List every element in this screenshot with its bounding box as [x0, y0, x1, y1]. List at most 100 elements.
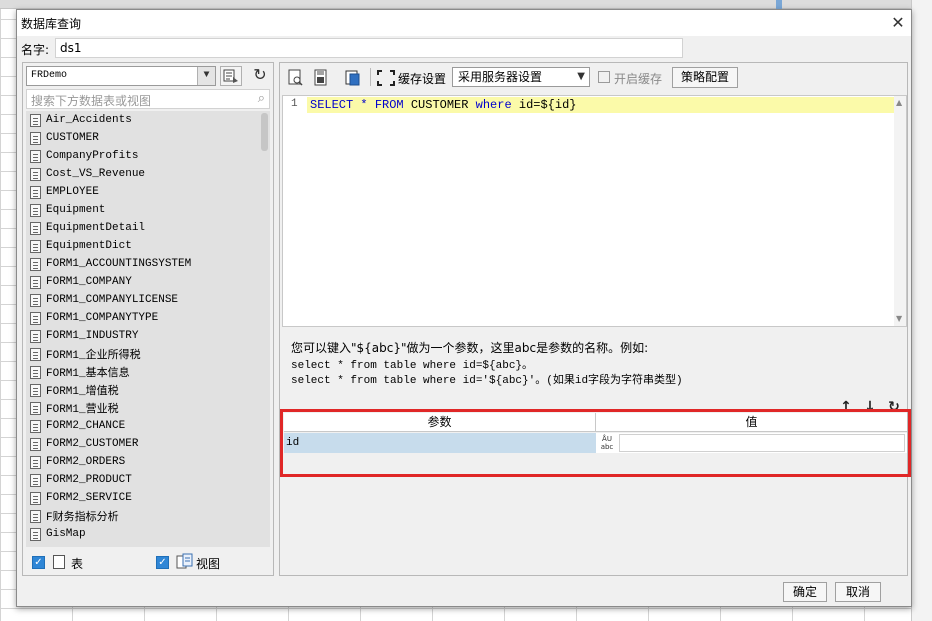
list-item[interactable]: FORM1_COMPANYTYPE [26, 309, 270, 327]
list-item[interactable]: FORM2_CHANCE [26, 417, 270, 435]
close-icon[interactable]: ✕ [887, 12, 909, 34]
table-search-input[interactable]: 搜索下方数据表或视图 ⌕ [26, 89, 270, 109]
spreadsheet-scrollbar[interactable] [911, 0, 932, 621]
param-name-cell[interactable]: id [284, 433, 596, 453]
sql-preview-icon[interactable] [220, 66, 242, 86]
table-search-placeholder: 搜索下方数据表或视图 [31, 94, 152, 108]
refresh-icon[interactable]: ↻ [249, 66, 271, 86]
table-name: FORM2_SERVICE [46, 492, 132, 504]
list-item[interactable]: CompanyProfits [26, 147, 270, 165]
table-list[interactable]: Air_Accidents CUSTOMER CompanyProfits Cost_… [26, 111, 270, 547]
table-name: FORM1_ACCOUNTINGSYSTEM [46, 258, 192, 270]
table-icon [30, 401, 41, 415]
list-item[interactable]: FORM2_CUSTOMER [26, 435, 270, 453]
list-item[interactable]: FORM2_PRODUCT [26, 471, 270, 489]
table-icon [30, 383, 41, 397]
param-type-icon[interactable]: ÅU abc [596, 433, 618, 453]
table-icon [30, 203, 41, 217]
list-item[interactable]: EquipmentDetail [26, 219, 270, 237]
list-scrollbar[interactable] [259, 111, 270, 547]
list-item[interactable]: Cost_VS_Revenue [26, 165, 270, 183]
table-name: CUSTOMER [46, 132, 99, 144]
list-item[interactable]: FORM1_ACCOUNTINGSYSTEM [26, 255, 270, 273]
list-item[interactable]: FORM1_增值税 [26, 381, 270, 399]
preview-icon[interactable] [285, 68, 307, 88]
list-item[interactable]: FORM2_SERVICE [26, 489, 270, 507]
name-label: 名字: [21, 43, 50, 57]
sql-code-line[interactable]: SELECT * FROM CUSTOMER where id=${id} [310, 98, 576, 112]
list-item[interactable]: FORM1_营业税 [26, 399, 270, 417]
list-item[interactable]: CUSTOMER [26, 129, 270, 147]
list-item[interactable]: Equipment [26, 201, 270, 219]
list-item[interactable]: GisMap [26, 525, 270, 543]
table-row[interactable]: id ÅU abc [284, 433, 907, 453]
table-name: FORM1_增值税 [46, 386, 119, 398]
table-name: EMPLOYEE [46, 186, 99, 198]
column-header-param: 参数 [284, 413, 596, 431]
table-icon [30, 113, 41, 127]
enable-cache-label: 开启缓存 [614, 72, 663, 86]
enable-cache-checkbox[interactable] [598, 71, 610, 83]
sql-table-name: CUSTOMER [403, 98, 476, 112]
table-icon [30, 455, 41, 469]
editor-scrollbar[interactable]: ▲ ▼ [894, 96, 906, 326]
table-icon [30, 311, 41, 325]
show-views-checkbox[interactable]: ✓ [156, 556, 169, 569]
save-template-icon[interactable] [310, 68, 332, 88]
list-item[interactable]: FORM1_INDUSTRY [26, 327, 270, 345]
list-item[interactable]: Air_Accidents [26, 111, 270, 129]
list-item[interactable]: F财务指标分析 [26, 507, 270, 525]
show-tables-label: 表 [71, 557, 84, 571]
table-name: F财务指标分析 [46, 512, 119, 524]
table-icon [30, 347, 41, 361]
param-hint-example: select * from table where id=${abc}。 [291, 360, 534, 372]
sql-keyword: where [475, 98, 512, 112]
list-item[interactable]: EquipmentDict [26, 237, 270, 255]
table-name: FORM1_企业所得税 [46, 350, 141, 362]
query-editor-panel: 缓存设置 采用服务器设置 ▼ 开启缓存 策略配置 1 SELECT * FROM… [279, 62, 911, 576]
list-item[interactable]: FORM1_COMPANYLICENSE [26, 291, 270, 309]
database-select-value: FRDemo [31, 70, 68, 81]
chevron-down-icon[interactable]: ▼ [197, 67, 215, 85]
list-item[interactable]: EMPLOYEE [26, 183, 270, 201]
cache-mode-value: 采用服务器设置 [458, 70, 543, 84]
table-browser-panel: FRDemo ▼ ↻ 搜索下方数据表或视图 ⌕ Air_Accidents CUS… [22, 62, 274, 576]
table-icon [30, 131, 41, 145]
scroll-up-icon[interactable]: ▲ [896, 98, 902, 107]
param-hint-example: select * from table where id='${abc}'。(如… [291, 375, 683, 387]
table-name: EquipmentDetail [46, 222, 146, 234]
table-name: FORM1_基本信息 [46, 368, 130, 380]
cancel-button[interactable]: 取消 [835, 582, 881, 602]
table-name: GisMap [46, 528, 86, 540]
sql-condition: id=${id} [511, 98, 577, 112]
parameter-table: 参数 值 id ÅU abc [280, 409, 911, 477]
table-name: CompanyProfits [46, 150, 139, 162]
table-name: FORM2_CUSTOMER [46, 438, 139, 450]
sql-editor[interactable]: 1 SELECT * FROM CUSTOMER where id=${id} … [282, 95, 907, 327]
list-item[interactable]: FORM1_基本信息 [26, 363, 270, 381]
table-icon [30, 149, 41, 163]
ok-button[interactable]: 确定 [783, 582, 827, 602]
list-item[interactable]: FORM1_企业所得税 [26, 345, 270, 363]
line-number: 1 [291, 98, 298, 110]
view-icon [176, 553, 194, 574]
list-item[interactable]: FORM2_ORDERS [26, 453, 270, 471]
policy-config-button[interactable]: 策略配置 [672, 67, 738, 88]
table-icon [30, 419, 41, 433]
chevron-down-icon[interactable]: ▼ [577, 68, 585, 86]
name-input[interactable] [55, 38, 683, 58]
show-tables-checkbox[interactable]: ✓ [32, 556, 45, 569]
table-name: FORM1_COMPANYLICENSE [46, 294, 179, 306]
param-value-input[interactable] [619, 434, 905, 452]
cache-mode-select[interactable]: 采用服务器设置 ▼ [452, 67, 590, 87]
table-name: FORM2_ORDERS [46, 456, 126, 468]
table-name: FORM1_COMPANYTYPE [46, 312, 159, 324]
list-scrollbar-thumb[interactable] [261, 113, 268, 151]
list-item[interactable]: FORM1_COMPANY [26, 273, 270, 291]
table-name: FORM1_营业税 [46, 404, 119, 416]
fullscreen-icon[interactable] [375, 68, 397, 88]
scroll-down-icon[interactable]: ▼ [896, 314, 902, 323]
table-name: EquipmentDict [46, 240, 132, 252]
query-info-icon[interactable] [342, 68, 364, 88]
database-select[interactable]: FRDemo ▼ [26, 66, 216, 86]
